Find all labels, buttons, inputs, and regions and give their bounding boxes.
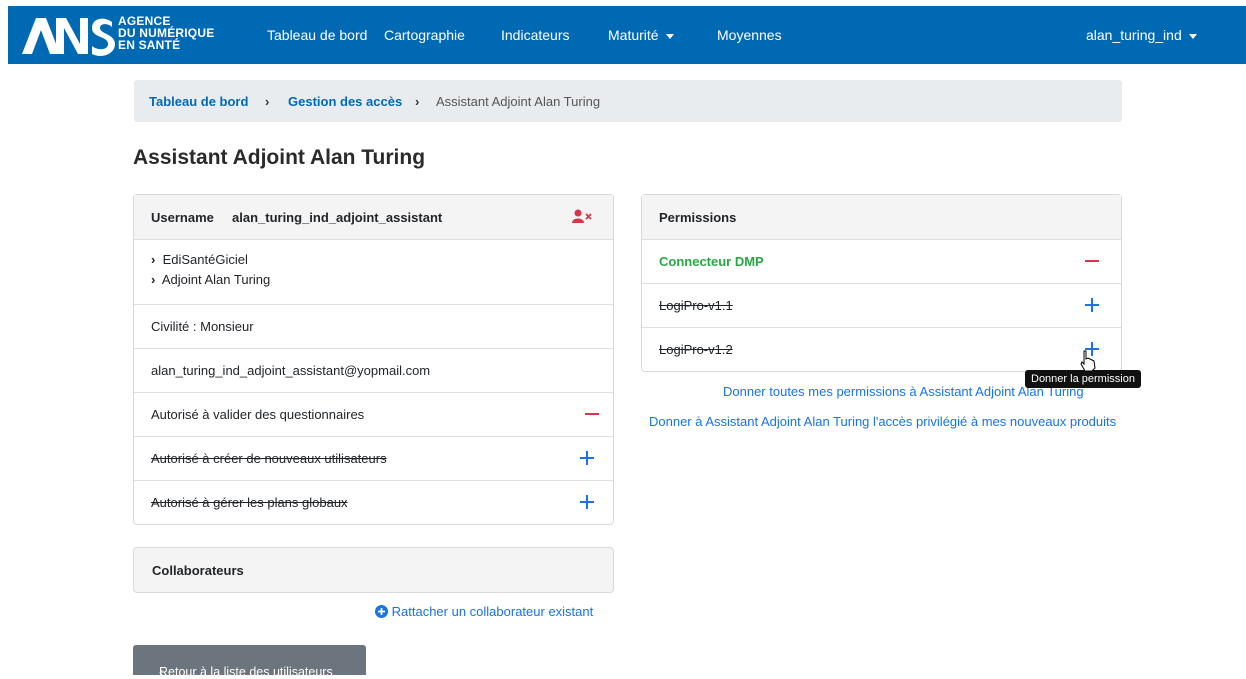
breadcrumb-section[interactable]: Gestion des accès	[288, 94, 402, 109]
chevron-down-icon	[1188, 33, 1197, 39]
tooltip: Donner la permission	[1025, 370, 1141, 388]
back-to-users-button[interactable]: ‹ Retour à la liste des utilisateurs	[133, 645, 366, 679]
attach-collaborator-link[interactable]: Rattacher un collaborateur existant	[375, 604, 593, 619]
permissions-card: Permissions Connecteur DMP LogiPro-v1.1 …	[641, 194, 1122, 372]
org-item[interactable]: › Adjoint Alan Turing	[151, 272, 270, 287]
permission-row: LogiPro-v1.1	[642, 283, 1121, 328]
org-list: › EdiSantéGiciel › Adjoint Alan Turing	[134, 239, 613, 305]
user-card-header: Username alan_turing_ind_adjoint_assista…	[134, 195, 613, 239]
chevron-right-icon: ›	[151, 272, 156, 287]
right-row: Autorisé à créer de nouveaux utilisateur…	[134, 436, 613, 481]
chevron-right-icon: ›	[151, 252, 156, 267]
right-label: Autorisé à valider des questionnaires	[151, 407, 365, 422]
hand-cursor-icon	[1080, 350, 1096, 372]
right-label: Autorisé à gérer les plans globaux	[151, 495, 348, 510]
collaborateurs-title: Collaborateurs	[152, 563, 244, 578]
grant-right-icon[interactable]	[580, 495, 594, 509]
permissions-header: Permissions	[642, 195, 1121, 239]
collaborateurs-card: Collaborateurs	[133, 547, 614, 593]
nav-cartographie[interactable]: Cartographie	[384, 27, 465, 43]
permission-row: LogiPro-v1.2	[642, 327, 1121, 372]
right-label: Autorisé à créer de nouveaux utilisateur…	[151, 451, 387, 466]
page-title: Assistant Adjoint Alan Turing	[133, 146, 426, 169]
breadcrumb-home[interactable]: Tableau de bord	[149, 94, 248, 109]
username-value: alan_turing_ind_adjoint_assistant	[232, 210, 443, 225]
remove-user-icon[interactable]	[572, 209, 592, 223]
user-menu-dropdown[interactable]: alan_turing_ind	[1086, 27, 1197, 43]
username-label: Username	[151, 210, 214, 225]
email-text: alan_turing_ind_adjoint_assistant@yopmai…	[151, 363, 431, 378]
nav-tableau-de-bord[interactable]: Tableau de bord	[267, 27, 367, 43]
breadcrumb-current: Assistant Adjoint Alan Turing	[436, 94, 601, 109]
permission-label: Connecteur DMP	[659, 254, 764, 269]
civility-text: Civilité : Monsieur	[151, 319, 254, 334]
nav-indicateurs[interactable]: Indicateurs	[501, 27, 569, 43]
breadcrumb-separator-icon: ›	[265, 94, 270, 109]
permission-label: LogiPro-v1.1	[659, 298, 733, 313]
breadcrumb-separator-icon: ›	[415, 94, 420, 109]
revoke-permission-icon[interactable]	[1085, 254, 1099, 268]
right-row: Autorisé à gérer les plans globaux	[134, 480, 613, 525]
top-navbar: AGENCE DU NUMÉRIQUE EN SANTÉ Tableau de …	[8, 6, 1246, 64]
grant-right-icon[interactable]	[580, 451, 594, 465]
permissions-title: Permissions	[659, 210, 737, 225]
ans-logo-icon[interactable]	[20, 14, 115, 58]
breadcrumb: Tableau de bord › Gestion des accès › As…	[134, 80, 1122, 122]
logo-text: AGENCE DU NUMÉRIQUE EN SANTÉ	[118, 14, 215, 52]
user-card: Username alan_turing_ind_adjoint_assista…	[133, 194, 614, 525]
nav-maturite-dropdown[interactable]: Maturité	[608, 27, 674, 43]
right-row: Autorisé à valider des questionnaires	[134, 392, 613, 437]
permission-label: LogiPro-v1.2	[659, 342, 733, 357]
plus-circle-icon	[375, 605, 388, 618]
chevron-down-icon	[665, 33, 674, 39]
permission-row: Connecteur DMP	[642, 239, 1121, 284]
grant-permission-icon[interactable]	[1085, 298, 1099, 312]
revoke-right-icon[interactable]	[585, 407, 599, 421]
privileged-access-link[interactable]: Donner à Assistant Adjoint Alan Turing l…	[649, 413, 1119, 431]
nav-moyennes[interactable]: Moyennes	[717, 27, 782, 43]
email-row: alan_turing_ind_adjoint_assistant@yopmai…	[134, 348, 613, 393]
civility-row: Civilité : Monsieur	[134, 304, 613, 349]
org-item[interactable]: › EdiSantéGiciel	[151, 252, 248, 267]
